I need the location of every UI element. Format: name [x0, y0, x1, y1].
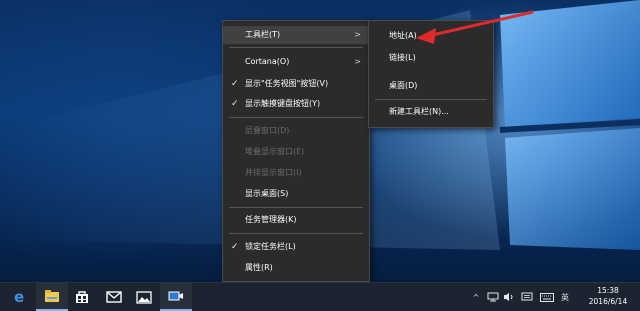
taskbar[interactable]: e ^ 英 15:38 2016/6/14	[0, 282, 640, 311]
clock-date: 2016/6/14	[588, 297, 628, 306]
store-icon[interactable]	[66, 283, 98, 311]
tray-overflow-chevron[interactable]: ^	[470, 283, 482, 311]
action-center-icon[interactable]	[520, 283, 534, 311]
photos-icon[interactable]	[128, 283, 160, 311]
touch-keyboard-icon[interactable]	[538, 283, 556, 311]
clock-time: 15:38	[597, 286, 619, 295]
desktop[interactable]: 工具栏(T) > Cortana(O) > ✓ 显示"任务视图"按钮(V) ✓ …	[0, 0, 640, 282]
mail-icon[interactable]	[98, 283, 130, 311]
ime-indicator[interactable]: 英	[558, 283, 572, 311]
video-icon[interactable]	[160, 283, 192, 311]
edge-icon[interactable]: e	[4, 283, 36, 311]
annotation-arrow-icon	[416, 10, 534, 44]
volume-icon[interactable]	[502, 283, 516, 311]
network-icon[interactable]	[486, 283, 500, 311]
file-explorer-icon[interactable]	[36, 283, 68, 311]
svg-text:e: e	[14, 289, 24, 305]
taskbar-clock[interactable]: 15:38 2016/6/14	[584, 285, 632, 307]
